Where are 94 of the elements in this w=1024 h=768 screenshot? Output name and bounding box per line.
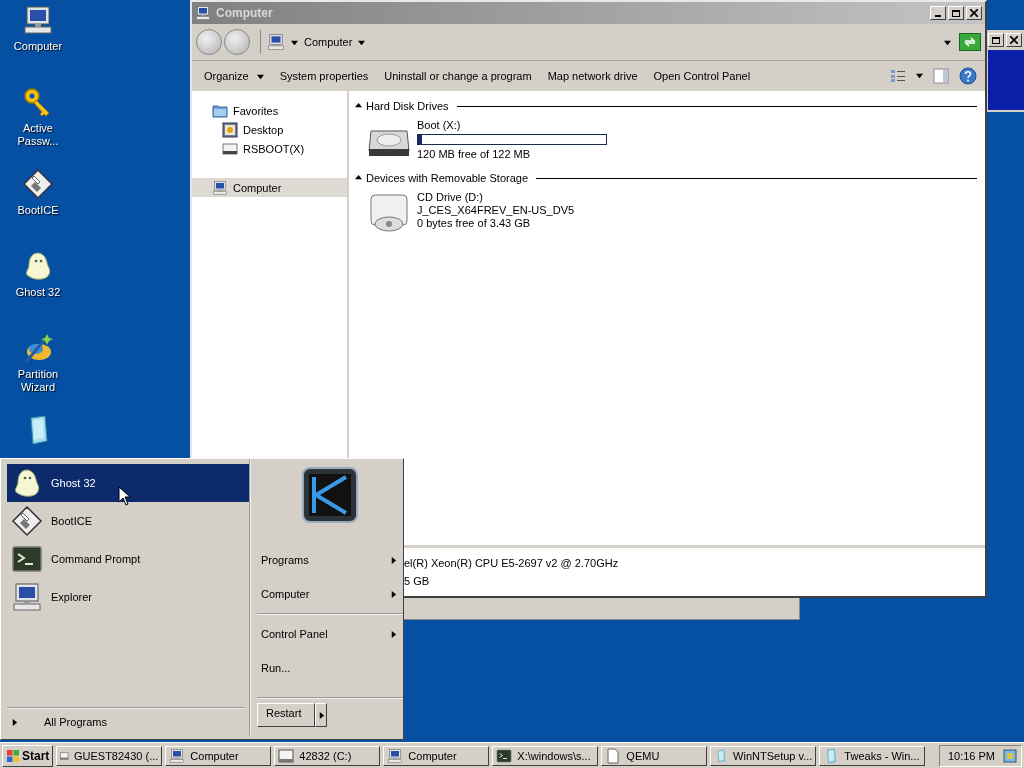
toolbar-button[interactable]: System properties: [271, 66, 377, 86]
desktop-icon-label[interactable]: Computer: [3, 40, 73, 53]
nav-item[interactable]: RSBOOT(X): [192, 139, 347, 158]
maximize-button[interactable]: [948, 6, 964, 20]
all-programs-item[interactable]: All Programs: [7, 707, 245, 735]
computer-icon: [267, 33, 285, 51]
desktop-icon-label[interactable]: BootICE: [3, 204, 73, 217]
view-options-icon[interactable]: [890, 69, 906, 83]
details-text: el(R) Xeon(R) CPU E5-2697 v2 @ 2.70GHz: [404, 557, 620, 569]
close-button[interactable]: [966, 6, 982, 20]
start-menu-item[interactable]: Run...: [257, 651, 403, 685]
close-icon: [970, 9, 978, 17]
start-button[interactable]: Start: [2, 744, 54, 767]
mouse-cursor-icon: [118, 486, 131, 506]
clock: 10:16 PM: [947, 749, 995, 762]
console-icon: [11, 543, 43, 575]
computer-icon: [22, 4, 54, 36]
toolbar-button[interactable]: Open Control Panel: [645, 66, 759, 86]
minimize-button[interactable]: [930, 6, 946, 20]
details-text: 5 GB: [404, 575, 431, 587]
drive-name: Boot (X:): [417, 119, 462, 132]
taskbar-button[interactable]: QEMU: [601, 745, 708, 766]
window-title: Computer: [216, 6, 273, 20]
drive-icon: [222, 140, 238, 157]
arrow-icon: [390, 556, 397, 564]
forward-button[interactable]: [224, 29, 250, 55]
caret-icon: [355, 174, 362, 181]
start-menu-item[interactable]: Computer: [257, 577, 403, 611]
close-button[interactable]: [1006, 33, 1022, 47]
network-icon[interactable]: [1003, 748, 1017, 763]
refresh-icon: [963, 37, 977, 47]
arrow-icon: [390, 630, 397, 638]
desktop-icon: [222, 121, 238, 138]
caret-icon: [291, 38, 298, 46]
caret-icon: [256, 72, 264, 80]
drive-item[interactable]: CD Drive (D:) J_CES_X64FREV_EN-US_DV5 0 bytes free of 3.43 GB: [355, 187, 977, 241]
taskbar-button[interactable]: Computer: [383, 745, 490, 766]
taskbar-button[interactable]: X:\windows\s...: [492, 745, 599, 766]
arrow-icon: [390, 590, 397, 598]
restart-button[interactable]: Restart: [257, 703, 315, 727]
shutdown-options-button[interactable]: [315, 703, 327, 727]
computer-icon: [11, 581, 43, 613]
maximize-button[interactable]: [988, 33, 1004, 47]
computer-icon: [387, 747, 404, 764]
folder-icon: [212, 102, 228, 119]
taskbar-button[interactable]: GUEST82430 (...: [56, 745, 163, 766]
cd-drive-icon: [367, 191, 411, 235]
nav-item[interactable]: Computer: [192, 178, 347, 197]
close-icon: [1010, 36, 1018, 44]
start-menu-item[interactable]: Explorer: [7, 578, 249, 616]
desktop-icon-label[interactable]: Partition Wizard: [3, 368, 73, 394]
view-dropdown-button[interactable]: [916, 71, 923, 81]
drive-name: CD Drive (D:): [417, 191, 484, 204]
wand-icon: [22, 332, 54, 364]
logo-icon: [302, 467, 358, 523]
refresh-button[interactable]: [959, 33, 981, 51]
nav-item[interactable]: Desktop: [192, 120, 347, 139]
window-icon: [278, 747, 295, 764]
desktop-icon-label[interactable]: Ghost 32: [3, 286, 73, 299]
drive-detail: J_CES_X64FREV_EN-US_DV5: [417, 204, 575, 217]
caret-icon: [358, 38, 366, 46]
drive-item[interactable]: Boot (X:) 120 MB free of 122 MB: [355, 115, 977, 169]
drive-detail: 0 bytes free of 3.43 GB: [417, 217, 532, 230]
taskbar-button[interactable]: WinNTSetup v...: [710, 745, 817, 766]
taskbar-button[interactable]: Tweaks - Win...: [819, 745, 926, 766]
caret-icon: [355, 102, 362, 109]
back-button[interactable]: [196, 29, 222, 55]
caret-icon: [916, 72, 923, 79]
toolbar-button[interactable]: Map network drive: [539, 66, 646, 86]
nav-item[interactable]: Favorites: [192, 101, 347, 120]
document-icon: [605, 747, 622, 764]
group-heading: Hard Disk Drives: [366, 100, 449, 112]
computer-icon: [169, 747, 186, 764]
taskbar-button[interactable]: Computer: [165, 745, 272, 766]
computer-icon: [212, 179, 228, 196]
arrow-icon: [11, 718, 18, 726]
drive-detail: 120 MB free of 122 MB: [417, 148, 532, 161]
start-menu-item[interactable]: Programs: [257, 543, 403, 577]
start-menu-item[interactable]: Ghost 32: [7, 464, 249, 502]
toolbar-button[interactable]: Organize: [196, 66, 272, 86]
arrow-icon: [317, 711, 325, 719]
window-content: [988, 50, 1024, 110]
start-menu-item[interactable]: Control Panel: [257, 617, 403, 651]
start-menu-item[interactable]: Command Prompt: [7, 540, 249, 578]
toolbar-button[interactable]: Uninstall or change a program: [376, 66, 540, 86]
desktop-icon-label[interactable]: Active Passw...: [3, 122, 73, 148]
help-icon[interactable]: [959, 67, 977, 85]
taskbar-button[interactable]: 42832 (C:): [274, 745, 381, 766]
windows-logo-icon: [6, 748, 20, 763]
console-icon: [496, 747, 513, 764]
group-heading: Devices with Removable Storage: [366, 172, 529, 184]
start-menu-item[interactable]: BootICE: [7, 502, 249, 540]
caret-icon: [944, 38, 951, 46]
computer-icon: [195, 5, 211, 21]
